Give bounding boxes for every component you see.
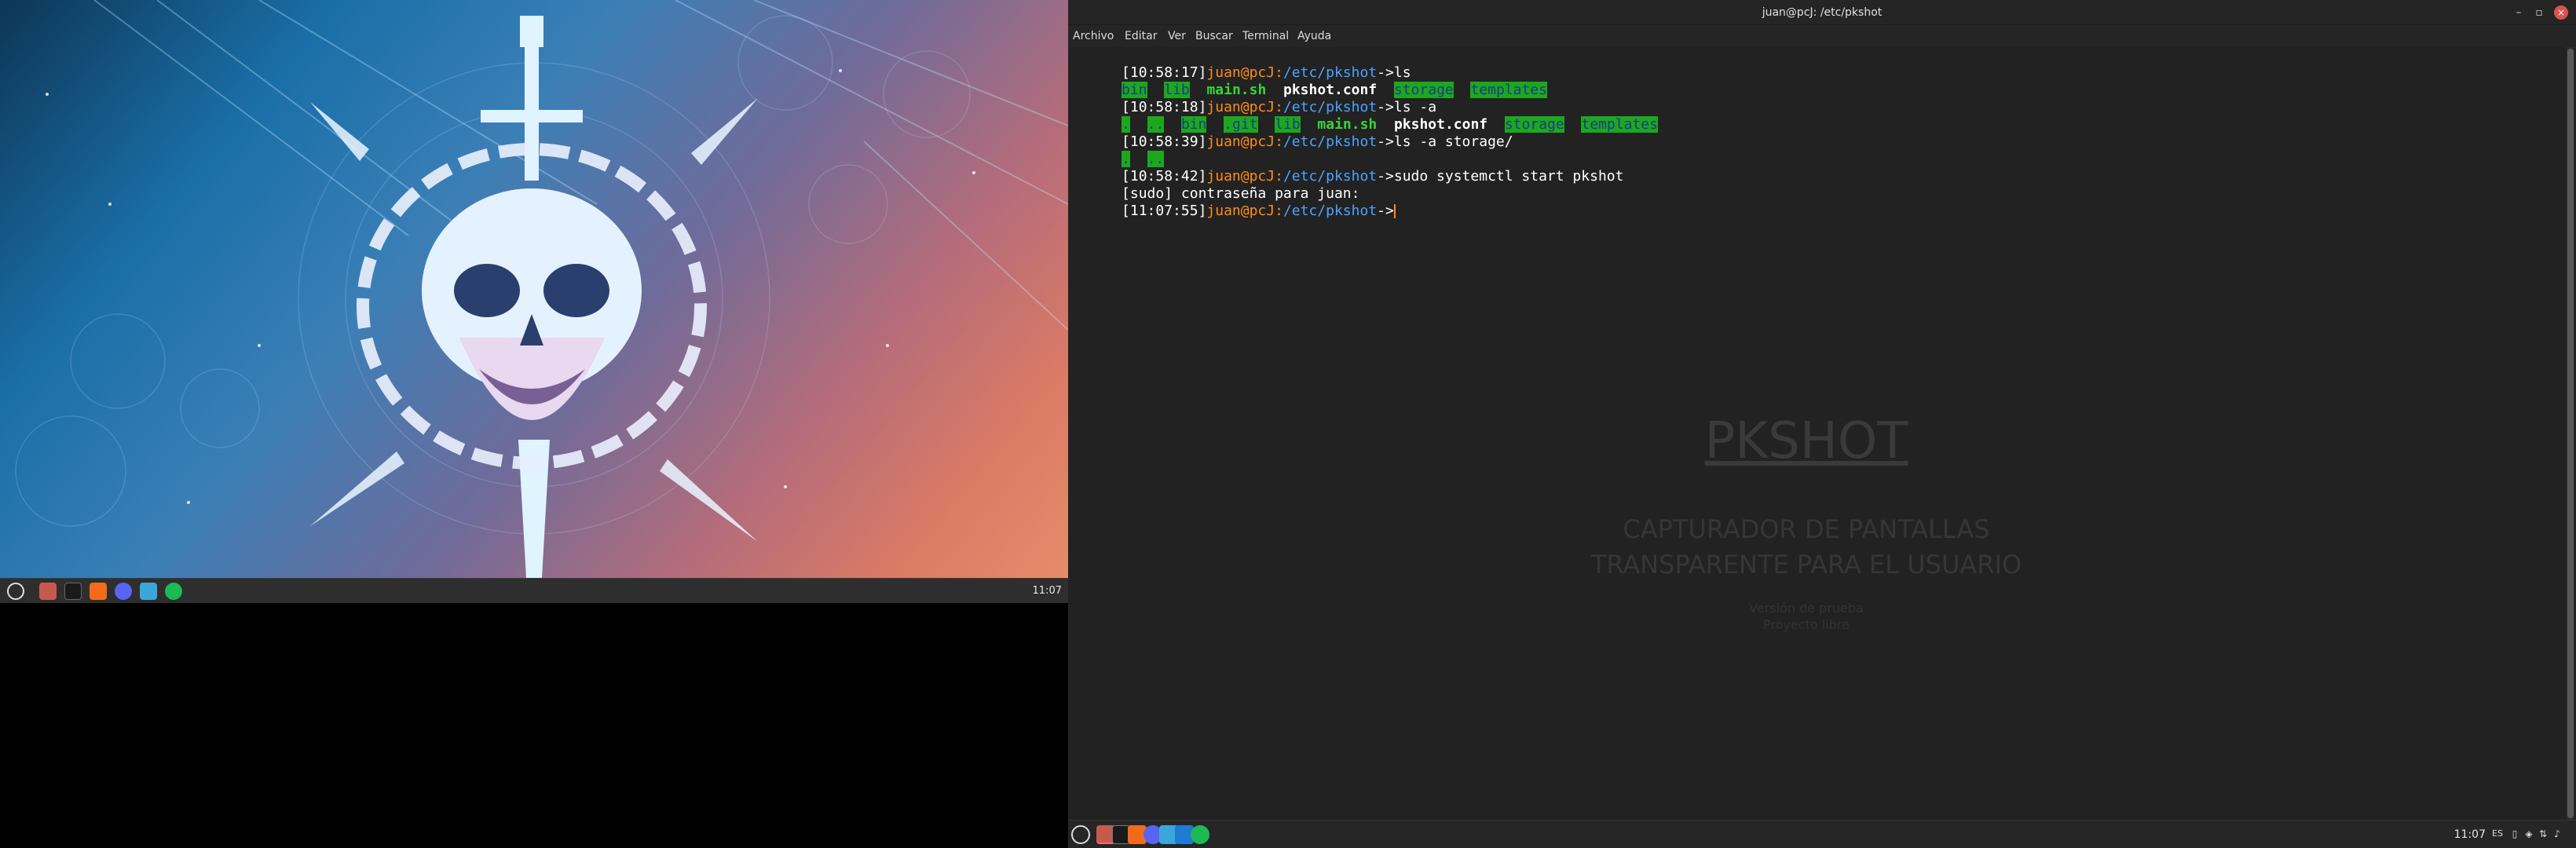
maximize-button[interactable]: ▫ xyxy=(2532,5,2546,20)
terminal-line: [10:58:39]juan@pcJ:/etc/pkshot->ls -a st… xyxy=(1070,116,1513,150)
scrollbar-thumb[interactable] xyxy=(2567,49,2574,818)
mint-menu-icon[interactable] xyxy=(1071,825,1090,844)
menu-ver[interactable]: Ver xyxy=(1168,30,1186,42)
close-button[interactable]: × xyxy=(2554,5,2568,20)
terminal-scrollbar[interactable] xyxy=(2567,47,2574,820)
files-icon[interactable] xyxy=(39,583,57,600)
prompt-arrow: -> xyxy=(1377,203,1394,219)
dir-entry: templates xyxy=(1581,116,1658,133)
terminal-icon[interactable] xyxy=(64,583,82,600)
panel-clock[interactable]: 11:07 xyxy=(2454,828,2486,841)
discord-icon[interactable] xyxy=(115,583,132,600)
left-clock[interactable]: 11:07 xyxy=(1033,585,1062,597)
right-monitor: PKSHOT CAPTURADOR DE PANTALLAS TRANSPARE… xyxy=(1068,0,2576,848)
terminal-line: [10:58:17]juan@pcJ:/etc/pkshot->ls xyxy=(1070,47,1411,81)
terminal-line: [10:58:42]juan@pcJ:/etc/pkshot->sudo sys… xyxy=(1070,151,1623,185)
prompt-path: /etc/pkshot xyxy=(1283,133,1378,150)
prompt-timestamp: [11:07:55] xyxy=(1122,203,1207,219)
prompt-user: juan@pcJ: xyxy=(1206,133,1283,150)
network-icon[interactable]: ⇅ xyxy=(2537,828,2549,840)
volume-icon[interactable]: ♪ xyxy=(2551,828,2563,840)
bottom-panel: 11:07 ES ▯ ◈ ⇅ ♪ xyxy=(1068,820,2576,848)
minimize-button[interactable]: – xyxy=(2512,5,2526,20)
left-taskbar: 11:07 xyxy=(0,578,1068,603)
menu-terminal[interactable]: Terminal xyxy=(1242,30,1289,42)
spotify-icon[interactable] xyxy=(1191,825,1209,844)
terminal-output-line: bin lib main.sh pkshot.conf storage temp… xyxy=(1070,64,1547,98)
window-title: juan@pcJ: /etc/pkshot xyxy=(1762,6,1883,19)
brave-icon[interactable] xyxy=(90,583,107,600)
clipboard-icon[interactable]: ▯ xyxy=(2508,828,2521,840)
terminal-output-line: . .. bin .git lib main.sh pkshot.conf st… xyxy=(1070,99,1658,133)
terminal-output-line: [sudo] contraseña para juan: xyxy=(1070,168,1359,202)
wallpaper-artwork xyxy=(15,0,1068,578)
mint-menu-icon[interactable] xyxy=(7,583,24,600)
text-cursor xyxy=(1393,204,1396,218)
menu-archivo[interactable]: Archivo xyxy=(1073,30,1114,42)
command-text: ls -a storage/ xyxy=(1393,133,1513,150)
command-text: sudo systemctl start pkshot xyxy=(1393,168,1624,185)
shield-icon[interactable]: ◈ xyxy=(2523,828,2535,840)
left-monitor: 11:07 xyxy=(0,0,1068,603)
prompt-arrow: -> xyxy=(1377,133,1394,150)
terminal-line: [10:58:18]juan@pcJ:/etc/pkshot->ls -a xyxy=(1070,82,1436,115)
window-titlebar[interactable]: juan@pcJ: /etc/pkshot – ▫ × xyxy=(1068,0,2576,25)
menu-buscar[interactable]: Buscar xyxy=(1195,30,1233,42)
prompt-user: juan@pcJ: xyxy=(1206,203,1283,219)
prompt-path: /etc/pkshot xyxy=(1283,203,1378,219)
menu-editar[interactable]: Editar xyxy=(1125,30,1157,42)
photo-editor-icon[interactable] xyxy=(140,583,157,600)
terminal-line: [11:07:55]juan@pcJ:/etc/pkshot-> xyxy=(1070,185,1396,219)
menu-bar: Archivo Editar Ver Buscar Terminal Ayuda xyxy=(1068,25,2576,47)
prompt-arrow: -> xyxy=(1377,168,1394,185)
dir-entry: storage xyxy=(1504,116,1564,133)
terminal-output-line: . .. xyxy=(1070,133,1165,167)
desktop-wallpaper xyxy=(0,0,1068,578)
terminal-area[interactable]: [10:58:17]juan@pcJ:/etc/pkshot->ls bin l… xyxy=(1068,47,2574,820)
keyboard-layout-indicator[interactable]: ES xyxy=(2490,828,2505,840)
dir-entry: templates xyxy=(1470,82,1547,98)
spotify-icon[interactable] xyxy=(165,583,182,600)
menu-ayuda[interactable]: Ayuda xyxy=(1297,30,1331,42)
